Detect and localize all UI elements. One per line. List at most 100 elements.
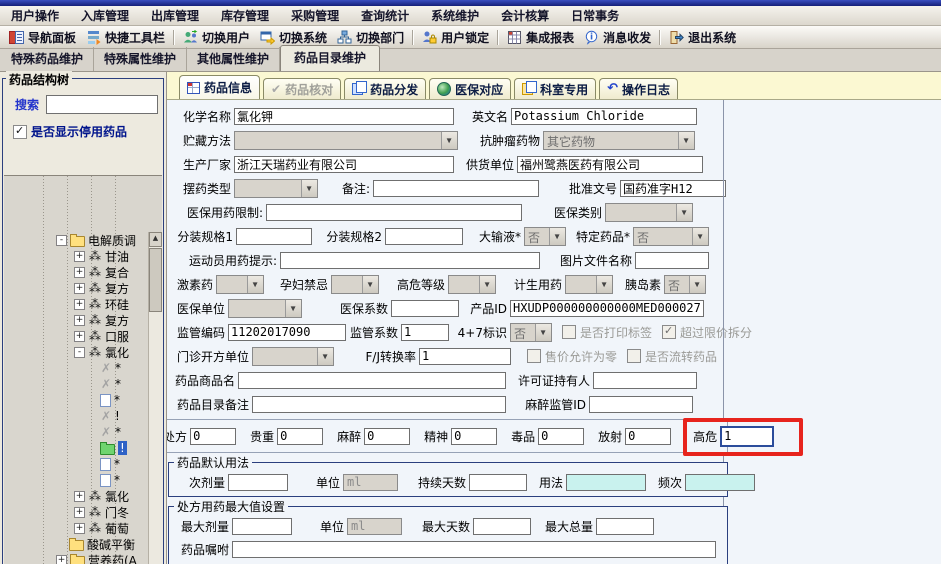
image-name-input[interactable] <box>635 252 709 269</box>
drug-flow-checkbox[interactable] <box>627 349 641 363</box>
menu-outbound[interactable]: 出库管理 <box>140 6 210 25</box>
tab-special-attr[interactable]: 特殊属性维护 <box>94 47 187 71</box>
tree-item[interactable]: 门冬 <box>4 504 162 520</box>
outpatient-unit-select[interactable] <box>252 347 334 366</box>
tab-insurance-map[interactable]: 医保对应 <box>429 78 511 99</box>
en-name-input[interactable] <box>511 108 697 125</box>
storage-select[interactable] <box>234 131 458 150</box>
show-disabled-checkbox[interactable] <box>13 125 27 139</box>
duration-days-input[interactable] <box>469 474 527 491</box>
menu-inventory[interactable]: 库存管理 <box>210 6 280 25</box>
tree-item[interactable]: 氯化 <box>4 344 162 360</box>
zero-price-checkbox[interactable] <box>527 349 541 363</box>
tree-item[interactable]: * <box>4 456 162 472</box>
license-holder-input[interactable] <box>593 372 697 389</box>
fj-rate-input[interactable] <box>419 348 511 365</box>
tab-dept-exclusive[interactable]: 科室专用 <box>514 78 596 99</box>
grade-prescription-input[interactable] <box>190 428 236 445</box>
expand-icon[interactable] <box>56 555 67 564</box>
tree-item[interactable]: * <box>4 424 162 440</box>
switch-user-button[interactable]: 切换用户 <box>178 26 255 48</box>
pregnancy-select[interactable] <box>331 275 379 294</box>
collapse-icon[interactable] <box>74 347 85 358</box>
tree-item[interactable]: 营养药(A <box>4 552 162 564</box>
tree-item[interactable]: 氯化 <box>4 488 162 504</box>
advice-input[interactable] <box>232 541 716 558</box>
scrollbar-thumb[interactable] <box>149 248 162 312</box>
infusion-select[interactable]: 否 <box>524 227 566 246</box>
grade-psycho-input[interactable] <box>451 428 497 445</box>
pack-spec2-input[interactable] <box>385 228 463 245</box>
tree-item[interactable]: 环硅 <box>4 296 162 312</box>
collapse-icon[interactable] <box>56 235 67 246</box>
tree-scrollbar[interactable]: ▲ <box>148 232 162 564</box>
user-lock-button[interactable]: 用户锁定 <box>417 26 494 48</box>
expand-icon[interactable] <box>74 331 85 342</box>
expand-icon[interactable] <box>74 523 85 534</box>
insurance-class-select[interactable] <box>605 203 693 222</box>
search-input[interactable] <box>46 95 158 114</box>
chem-name-input[interactable] <box>234 108 454 125</box>
tree-item[interactable]: * <box>4 472 162 488</box>
expand-icon[interactable] <box>74 251 85 262</box>
menu-daily-affairs[interactable]: 日常事务 <box>560 6 630 25</box>
tree-item[interactable]: * <box>4 376 162 392</box>
tree-item[interactable]: 复方 <box>4 280 162 296</box>
manufacturer-input[interactable] <box>234 156 454 173</box>
nav-panel-button[interactable]: 导航面板 <box>4 26 81 48</box>
grade-anesthetic-input[interactable] <box>364 428 410 445</box>
menu-inbound[interactable]: 入库管理 <box>70 6 140 25</box>
tree-item[interactable]: * <box>4 360 162 376</box>
tab-drug-check[interactable]: 药品核对 <box>263 78 341 99</box>
hormone-select[interactable] <box>216 275 264 294</box>
expand-icon[interactable] <box>74 299 85 310</box>
freq-input[interactable] <box>685 474 755 491</box>
tab-drug-info[interactable]: 药品信息 <box>179 75 260 99</box>
antitumor-select[interactable]: 其它药物 <box>543 131 695 150</box>
tab-drug-distribute[interactable]: 药品分发 <box>344 78 426 99</box>
product-id-input[interactable] <box>510 300 704 317</box>
scroll-up-icon[interactable]: ▲ <box>149 232 162 247</box>
risk-level-select[interactable] <box>448 275 496 294</box>
expand-icon[interactable] <box>74 507 85 518</box>
grade-toxic-input[interactable] <box>538 428 584 445</box>
tree-item[interactable]: 葡萄 <box>4 520 162 536</box>
quick-toolbar-button[interactable]: 快捷工具栏 <box>81 26 170 48</box>
report-button[interactable]: 集成报表 <box>502 26 579 48</box>
menu-system-maintain[interactable]: 系统维护 <box>420 6 490 25</box>
menu-purchase[interactable]: 采购管理 <box>280 6 350 25</box>
grade-radio-input[interactable] <box>625 428 671 445</box>
four-seven-select[interactable]: 否 <box>510 323 552 342</box>
reg-code-input[interactable] <box>228 324 346 341</box>
supplier-input[interactable] <box>517 156 703 173</box>
tree-item[interactable]: 酸碱平衡 <box>4 536 162 552</box>
expand-icon[interactable] <box>74 491 85 502</box>
pack-spec1-input[interactable] <box>236 228 312 245</box>
max-dose-input[interactable] <box>232 518 292 535</box>
menu-user-ops[interactable]: 用户操作 <box>0 6 70 25</box>
tree-item[interactable]: 电解质调 <box>4 232 162 248</box>
max-total-input[interactable] <box>596 518 654 535</box>
grade-valuable-input[interactable] <box>277 428 323 445</box>
reg-factor-input[interactable] <box>401 324 449 341</box>
tab-operation-log[interactable]: 操作日志 <box>599 78 678 99</box>
tree-item-selected[interactable]: ! <box>4 440 162 456</box>
athlete-hint-input[interactable] <box>280 252 540 269</box>
tab-other-attr[interactable]: 其他属性维护 <box>187 47 280 71</box>
tree-item[interactable]: ! <box>4 408 162 424</box>
specific-drug-select[interactable]: 否 <box>633 227 709 246</box>
over-limit-split-checkbox[interactable] <box>662 325 676 339</box>
tree-item[interactable]: 复方 <box>4 312 162 328</box>
tab-drug-catalog[interactable]: 药品目录维护 <box>280 45 380 71</box>
usage-input[interactable] <box>566 474 646 491</box>
insurance-limit-input[interactable] <box>266 204 522 221</box>
exit-button[interactable]: 退出系统 <box>664 26 741 48</box>
anesthesia-id-input[interactable] <box>589 396 693 413</box>
tree-item[interactable]: 口服 <box>4 328 162 344</box>
dispense-type-select[interactable] <box>234 179 318 198</box>
expand-icon[interactable] <box>74 283 85 294</box>
insulin-select[interactable]: 否 <box>664 275 706 294</box>
expand-icon[interactable] <box>74 267 85 278</box>
tree-item[interactable]: 复合 <box>4 264 162 280</box>
tree-item[interactable]: 甘油 <box>4 248 162 264</box>
